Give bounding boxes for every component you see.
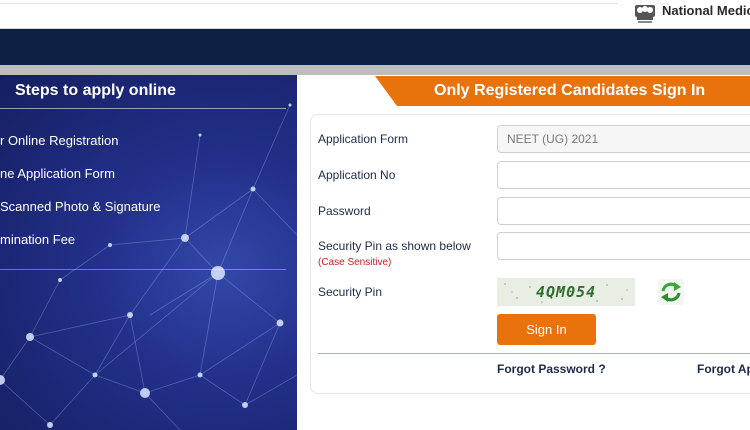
- password-input[interactable]: [497, 197, 750, 225]
- nav-divider: [0, 65, 750, 75]
- steps-title: Steps to apply online: [15, 82, 176, 99]
- form-footer-rule: [318, 353, 750, 354]
- sign-in-button[interactable]: Sign In: [497, 314, 596, 345]
- main-navbar: [0, 29, 750, 65]
- brand-name: National Medic: [662, 3, 750, 18]
- signin-heading: Only Registered Candidates Sign In: [434, 82, 706, 99]
- security-pin-label: Security Pin: [318, 285, 383, 299]
- case-sensitive-note: (Case Sensitive): [318, 257, 392, 268]
- steps-title-rule: [0, 108, 286, 109]
- steps-panel: Steps to apply online r Online Registrat…: [0, 75, 297, 430]
- network-background: [0, 103, 297, 430]
- security-pin-shown-label: Security Pin as shown below: [318, 239, 471, 253]
- step-application-form[interactable]: ne Application Form: [0, 166, 115, 181]
- forgot-application-link[interactable]: Forgot Ap: [697, 362, 750, 376]
- step-photo-signature[interactable]: Scanned Photo & Signature: [0, 199, 160, 214]
- top-header: National Medic: [0, 0, 750, 29]
- step-examination-fee[interactable]: mination Fee: [0, 232, 75, 247]
- header-rule: [0, 3, 618, 4]
- step-online-registration[interactable]: r Online Registration: [0, 133, 119, 148]
- steps-bottom-rule: [0, 269, 286, 270]
- application-form-label: Application Form: [318, 132, 409, 146]
- national-emblem-icon: [635, 5, 655, 23]
- security-pin-input[interactable]: [497, 232, 750, 260]
- application-form-value: NEET (UG) 2021: [507, 132, 599, 146]
- refresh-icon[interactable]: [658, 279, 684, 305]
- forgot-password-link[interactable]: Forgot Password ?: [497, 362, 606, 376]
- captcha-text: 4QM054: [536, 283, 597, 301]
- application-no-input[interactable]: [497, 161, 750, 189]
- application-no-label: Application No: [318, 168, 396, 182]
- password-label: Password: [318, 204, 371, 218]
